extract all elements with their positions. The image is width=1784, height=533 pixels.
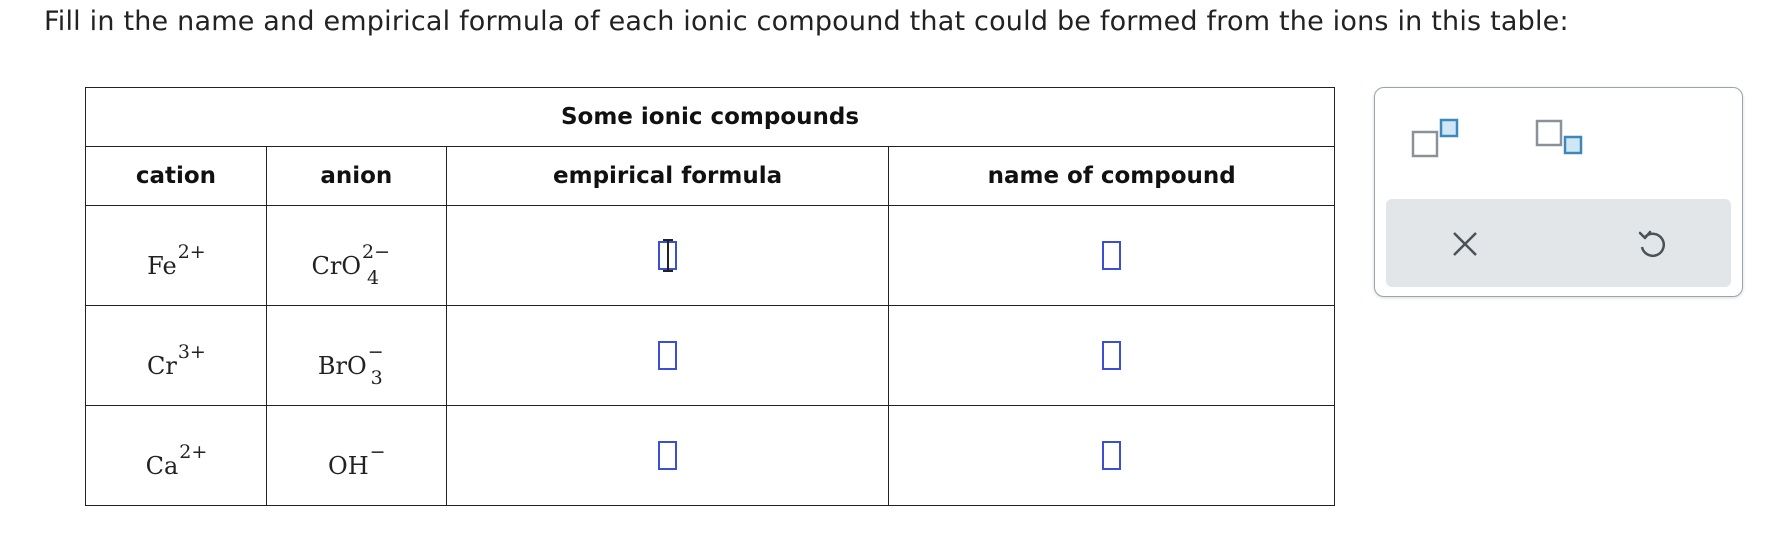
header-anion: anion (265, 146, 447, 206)
formula-cell (445, 405, 890, 506)
ionic-compounds-table: Some ionic compounds cation anion empiri… (85, 87, 1335, 506)
clear-button[interactable] (1450, 229, 1480, 259)
superscript-icon (1411, 118, 1459, 158)
superscript-button[interactable] (1411, 118, 1461, 160)
empirical-formula-input[interactable] (658, 341, 678, 370)
cation-ion: Cr3+ (147, 340, 206, 380)
compound-name-input[interactable] (1102, 441, 1122, 470)
anion-cell: BrO−3 (265, 305, 447, 406)
answer-tools-palette (1374, 87, 1743, 297)
anion-ion: BrO−3 (317, 340, 384, 389)
question-prompt: Fill in the name and empirical formula o… (44, 6, 1569, 37)
action-row (1386, 199, 1731, 287)
compound-name-input[interactable] (1102, 241, 1122, 270)
anion-cell: OH− (265, 405, 447, 506)
empirical-formula-input[interactable] (658, 441, 678, 470)
formula-cell (445, 305, 890, 406)
formula-cell (445, 205, 890, 306)
cation-ion: Ca2+ (145, 440, 208, 480)
subscript-button[interactable] (1535, 118, 1585, 160)
undo-button[interactable] (1636, 227, 1668, 261)
anion-cell: CrO2−4 (265, 205, 447, 306)
cation-ion: Fe2+ (147, 240, 206, 280)
empirical-formula-input[interactable] (658, 239, 678, 272)
subscript-icon (1535, 119, 1583, 155)
anion-ion: CrO2−4 (311, 240, 391, 289)
table-caption: Some ionic compounds (85, 87, 1335, 147)
table-row: Fe2+ CrO2−4 (85, 205, 1335, 306)
table-row: Cr3+ BrO−3 (85, 305, 1335, 406)
header-name-of-compound: name of compound (888, 146, 1335, 206)
header-empirical-formula: empirical formula (445, 146, 890, 206)
header-cation: cation (85, 146, 267, 206)
cation-cell: Cr3+ (85, 305, 267, 406)
name-cell (888, 205, 1335, 306)
cation-cell: Fe2+ (85, 205, 267, 306)
undo-icon (1638, 230, 1666, 257)
clear-icon (1453, 232, 1477, 256)
anion-ion: OH− (328, 440, 386, 480)
compound-name-input[interactable] (1102, 341, 1122, 370)
cation-cell: Ca2+ (85, 405, 267, 506)
name-cell (888, 405, 1335, 506)
table-row: Ca2+ OH− (85, 405, 1335, 506)
name-cell (888, 305, 1335, 406)
